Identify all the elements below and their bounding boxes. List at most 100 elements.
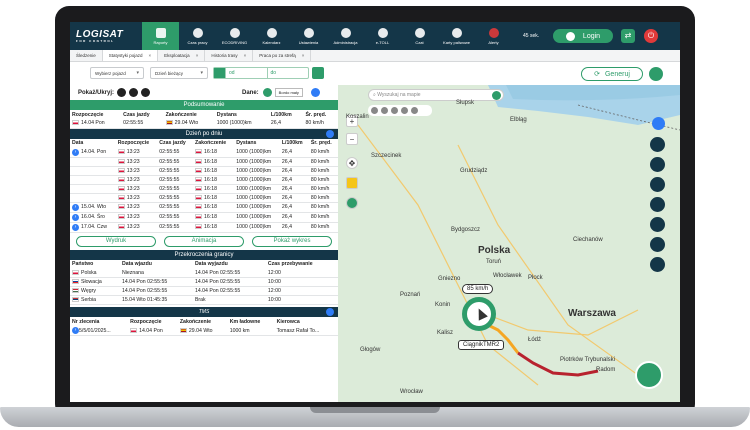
- eye-toggle-icon[interactable]: [129, 88, 139, 97]
- table-row[interactable]: 13:23 02:55:55 16:18 1000 (1000)km 26,4 80 km…: [70, 166, 338, 175]
- expand-icon[interactable]: ›: [72, 223, 79, 231]
- expand-icon[interactable]: ›: [72, 213, 79, 221]
- tool-icon[interactable]: [650, 257, 665, 272]
- map-view[interactable]: + − ✥ ⌕ Wyszukaj na mapie Polska Koszalin…: [338, 85, 680, 402]
- power-icon[interactable]: ⏻: [644, 29, 658, 43]
- table-cell: 16:18: [193, 202, 234, 212]
- table-cell: 02:55:55: [159, 204, 180, 210]
- vehicle-label[interactable]: CiągnikTMR2: [458, 340, 505, 350]
- map-search[interactable]: ⌕ Wyszukaj na mapie: [368, 89, 504, 101]
- table-row[interactable]: › 16.04. Śro 13:23 02:55:55 16:18 1000 (1000)…: [70, 212, 338, 222]
- country-cell: Serbia: [70, 296, 120, 305]
- city-label: Szczecinek: [371, 153, 402, 159]
- tool-icon[interactable]: [650, 197, 665, 212]
- tool-icon[interactable]: [650, 177, 665, 192]
- truck-toggle-icon[interactable]: [117, 88, 127, 97]
- border-select[interactable]: Bordo mały: [274, 88, 303, 97]
- table-row[interactable]: 13:23 02:55:55 16:18 1000 (1000)km 26,4 80 km…: [70, 175, 338, 184]
- search-go-icon[interactable]: [492, 90, 501, 100]
- date-to-input[interactable]: do: [266, 68, 309, 78]
- tool-icon[interactable]: [650, 237, 665, 252]
- date-cell: › 14.04. Pon: [70, 148, 116, 158]
- tool-icon[interactable]: [650, 157, 665, 172]
- table-cell: 02:55:55: [159, 214, 180, 220]
- table-row[interactable]: › 15.04. Wto 13:23 02:55:55 16:18 1000 (1000)…: [70, 202, 338, 212]
- layer-icon[interactable]: [391, 107, 398, 114]
- layer-icon[interactable]: [381, 107, 388, 114]
- expand-icon[interactable]: ›: [72, 148, 79, 156]
- app-screen: LOGISATFOR CONTROL report-iconRaportyclo…: [70, 22, 680, 402]
- expand-icon[interactable]: ›: [72, 327, 79, 334]
- gear-icon[interactable]: [649, 67, 663, 81]
- date-from-input[interactable]: od: [225, 68, 267, 78]
- nav-item[interactable]: calendar-iconKalendarz: [253, 22, 290, 50]
- table-row[interactable]: › 14.04. Pon 13:23 02:55:55 16:18 1000 (1000)…: [70, 148, 338, 158]
- nav-item[interactable]: toll-icone-TOLL: [364, 22, 401, 50]
- arrow-up-icon[interactable]: [262, 88, 272, 97]
- nav-item[interactable]: bell-iconAlerty: [475, 22, 512, 50]
- tab[interactable]: Eksploatacja ×: [158, 50, 206, 61]
- table-row[interactable]: 13:23 02:55:55 16:18 1000 (1000)km 26,4 80 km…: [70, 193, 338, 202]
- logo[interactable]: LOGISAT FOR CONTROL: [76, 29, 123, 43]
- help-icon[interactable]: [635, 361, 663, 389]
- map-layers[interactable]: [368, 105, 432, 116]
- login-button[interactable]: Login: [553, 29, 613, 43]
- tab[interactable]: Statystyki pojazd ×: [102, 50, 159, 61]
- nav-item[interactable]: gear-iconUstawienia: [290, 22, 327, 50]
- nav-item[interactable]: admin-iconAdministracja: [327, 22, 364, 50]
- summary-cell: 26,4: [270, 120, 282, 127]
- show-chart-button[interactable]: Pokaż wykres: [252, 235, 332, 247]
- nav-item[interactable]: chat-iconCzat: [401, 22, 438, 50]
- vehicle-marker-icon[interactable]: [462, 297, 496, 331]
- compass-icon[interactable]: ✥: [346, 157, 358, 169]
- zoom-out-button[interactable]: −: [346, 133, 358, 145]
- generate-button[interactable]: ⟳ Generuj: [581, 67, 643, 81]
- close-icon[interactable]: ×: [302, 53, 305, 58]
- swap-icon[interactable]: ⇄: [621, 29, 635, 43]
- nav-item[interactable]: report-iconRaporty: [142, 22, 179, 50]
- tool-icon[interactable]: [650, 217, 665, 232]
- layer-icon[interactable]: [401, 107, 408, 114]
- session-timer: 45 sek.: [523, 33, 540, 39]
- flag-icon: [165, 120, 173, 126]
- nav-item[interactable]: leaf-iconECODRIVING: [216, 22, 253, 50]
- tool-icon[interactable]: [650, 137, 665, 152]
- cell-text: 13:23: [126, 167, 140, 174]
- table-cell: 26,4: [281, 167, 292, 174]
- table-cell: Nieznana: [121, 269, 144, 276]
- collapse-icon[interactable]: [326, 308, 334, 316]
- table-row[interactable]: 13:23 02:55:55 16:18 1000 (1000)km 26,4 80 km…: [70, 157, 338, 166]
- table-row[interactable]: 13:23 02:55:55 16:18 1000 (1000)km 26,4 80 km…: [70, 184, 338, 193]
- tab[interactable]: Historia trasy ×: [205, 50, 254, 61]
- table-cell: 02:55:55: [159, 176, 180, 183]
- close-icon[interactable]: ×: [196, 53, 199, 58]
- table-row[interactable]: › 17.04. Czw 13:23 02:55:55 16:18 1000 (1000)…: [70, 222, 338, 232]
- print-button[interactable]: Wydruk: [76, 235, 156, 247]
- country-name: Serbia: [81, 297, 96, 303]
- column-header: Rozpoczęcie: [72, 111, 104, 118]
- layer-icon[interactable]: [411, 107, 418, 114]
- table-cell: 1000 (1000)km: [236, 176, 272, 183]
- layer-icon[interactable]: [371, 107, 378, 114]
- location-icon[interactable]: [346, 197, 358, 209]
- tms-cell: Tomasz Rafał To...: [276, 327, 320, 334]
- collapse-left-icon[interactable]: [310, 88, 320, 97]
- column-header: Dystans: [216, 111, 237, 118]
- close-icon[interactable]: ×: [244, 53, 247, 58]
- nav-item[interactable]: clock-iconCzas pracy: [179, 22, 216, 50]
- date-settings-icon[interactable]: [312, 67, 324, 79]
- close-icon[interactable]: ×: [149, 53, 152, 58]
- animation-button[interactable]: Animacja: [164, 235, 244, 247]
- tab[interactable]: Praca po za strefą ×: [253, 50, 312, 61]
- expand-icon[interactable]: ›: [72, 203, 79, 211]
- period-select[interactable]: Dzień bieżący ▾: [150, 67, 208, 79]
- cell-text: 13:23: [126, 158, 140, 165]
- street-view-icon[interactable]: [346, 177, 358, 189]
- vehicle-select[interactable]: Wybierz pojazd ▾: [90, 67, 144, 79]
- collapse-right-icon[interactable]: [652, 117, 665, 130]
- parking-toggle-icon[interactable]: [141, 88, 151, 97]
- nav-item[interactable]: fuel-card-iconKarty paliwowe: [438, 22, 475, 50]
- date-range[interactable]: od do: [213, 67, 309, 79]
- tab[interactable]: Śledzenie: [70, 50, 103, 61]
- collapse-icon[interactable]: [326, 129, 334, 138]
